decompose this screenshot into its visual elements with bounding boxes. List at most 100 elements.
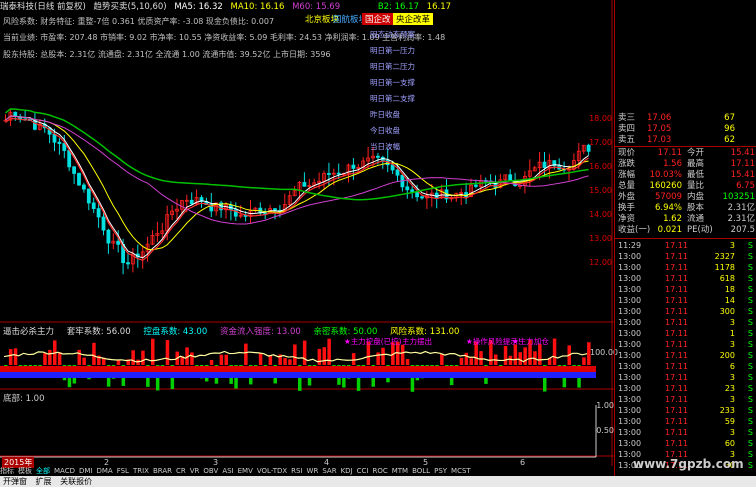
histogram-bar bbox=[209, 359, 214, 365]
tick-volume: 200 bbox=[719, 351, 735, 360]
tick-side: S bbox=[747, 417, 753, 426]
candle-body bbox=[77, 173, 81, 186]
histogram-bar bbox=[224, 354, 228, 365]
b2-value: B2: 16.17 bbox=[377, 2, 419, 12]
indicator-tab[interactable]: DMA bbox=[96, 467, 112, 475]
tick-time: 13:00 bbox=[618, 362, 642, 371]
quote-label: 外盘 bbox=[618, 192, 636, 202]
indicator-tab[interactable]: BRAR bbox=[153, 467, 172, 475]
candle-body bbox=[351, 164, 356, 169]
status-bar: 开弹窗 扩展 关联报价 bbox=[0, 476, 756, 487]
tick-time: 13:00 bbox=[618, 274, 642, 283]
sub1-title[interactable]: 逼击必杀主力 bbox=[3, 327, 54, 337]
quote-value: 2.31亿 bbox=[727, 203, 755, 213]
indicator-tab[interactable]: SAR bbox=[322, 467, 336, 475]
indicator-tab[interactable]: FSL bbox=[117, 467, 129, 475]
ma10-line bbox=[5, 115, 589, 251]
indicator-tab[interactable]: RSI bbox=[291, 467, 302, 475]
indicator-tab[interactable]: TRIX bbox=[133, 467, 149, 475]
tick-side: S bbox=[747, 384, 753, 393]
quote-label: 总量 bbox=[618, 181, 636, 191]
quote-row: 现价 17.11 今开 15.41 bbox=[615, 148, 756, 159]
tick-volume: 60 bbox=[724, 439, 735, 448]
kline-chart-area[interactable]: 瑞泰科技(日线 前复权) 趋势买卖(5,10,60) MA5: 16.32 MA… bbox=[0, 0, 618, 475]
quote-label: 涨跌 bbox=[618, 159, 636, 169]
forecast-menu-item[interactable]: 明日第二压力 bbox=[366, 59, 444, 75]
histogram-bar bbox=[8, 349, 13, 365]
quote-label: 现价 bbox=[618, 148, 636, 158]
indicator-tab[interactable]: WR bbox=[307, 467, 319, 475]
kline-canvas[interactable] bbox=[0, 0, 614, 466]
indicator-tab[interactable]: 全部 bbox=[36, 467, 50, 475]
candle-body bbox=[189, 199, 194, 205]
tick-volume: 300 bbox=[719, 307, 735, 316]
tag-central[interactable]: 央企改革 bbox=[393, 13, 434, 25]
tag-reform[interactable]: 国企改 bbox=[362, 13, 394, 25]
indicator-tab[interactable]: MCST bbox=[451, 467, 471, 475]
tick-row: 13:00 17.11 3 S bbox=[615, 372, 756, 383]
indicator-tab[interactable]: CR bbox=[176, 467, 186, 475]
quote-label: 涨幅 bbox=[618, 170, 636, 180]
indicator-tab[interactable]: OBV bbox=[203, 467, 218, 475]
expand-button[interactable]: 扩展 bbox=[36, 477, 52, 486]
quote-label: 换手 bbox=[618, 203, 636, 213]
indicator-tab[interactable]: ASI bbox=[222, 467, 233, 475]
indicator-tab[interactable]: MACD bbox=[54, 467, 75, 475]
tick-volume: 618 bbox=[719, 274, 735, 283]
tick-price: 17.11 bbox=[665, 274, 688, 283]
indicator-tab[interactable]: 模板 bbox=[18, 467, 32, 475]
indicator-tab[interactable]: MTM bbox=[392, 467, 408, 475]
quote-label: 流通 bbox=[687, 214, 705, 224]
quote-value: 17.11 bbox=[657, 148, 682, 158]
histogram-bar bbox=[77, 349, 81, 365]
linked-quote-button[interactable]: 关联报价 bbox=[60, 477, 92, 486]
tick-volume: 3 bbox=[729, 373, 735, 382]
forecast-menu-item[interactable]: 明日第一压力 bbox=[366, 43, 444, 59]
forecast-menu-item[interactable]: 固态动态预案 bbox=[366, 27, 444, 43]
quote-label: 量比 bbox=[687, 181, 705, 191]
indicator-tab[interactable]: DMI bbox=[79, 467, 93, 475]
tick-row: 13:00 17.11 1 S bbox=[615, 328, 756, 339]
indicator-tab[interactable]: EMV bbox=[238, 467, 253, 475]
histogram-bar bbox=[131, 350, 135, 365]
tick-time: 13:00 bbox=[618, 285, 642, 294]
forecast-menu-item[interactable]: 今日收盘 bbox=[366, 123, 444, 139]
forecast-menu-item[interactable]: 明日第二支撑 bbox=[366, 91, 444, 107]
sub2-title[interactable]: 底部: 1.00 bbox=[3, 392, 45, 404]
histogram-bar bbox=[381, 347, 385, 365]
popup-button[interactable]: 开弹窗 bbox=[3, 477, 27, 486]
tick-time: 13:00 bbox=[618, 384, 642, 393]
candle-body bbox=[126, 262, 130, 265]
candle-body bbox=[273, 208, 277, 211]
indicator-tab[interactable]: ROC bbox=[372, 467, 387, 475]
histogram-bar bbox=[258, 353, 263, 365]
tick-volume: 14 bbox=[724, 296, 735, 305]
histogram-bar bbox=[317, 348, 322, 365]
ma5-value: MA5: 16.32 bbox=[174, 2, 223, 12]
quote-label: 股本 bbox=[687, 203, 705, 213]
histogram-bar bbox=[165, 340, 170, 365]
histogram-bar bbox=[513, 344, 518, 365]
indicator-tab[interactable]: KDJ bbox=[341, 467, 353, 475]
histogram-bar bbox=[13, 348, 18, 365]
histogram-bar bbox=[538, 344, 542, 365]
forecast-menu-item[interactable]: 明日第一支撑 bbox=[366, 75, 444, 91]
quote-row: 收益(一) 0.021 PE(动) 207.5 bbox=[615, 225, 756, 236]
tick-time: 13:00 bbox=[618, 351, 642, 360]
indicator-tab[interactable]: CCI bbox=[357, 467, 369, 475]
indicator-name[interactable]: 趋势买卖(5,10,60) bbox=[94, 2, 167, 12]
tick-volume: 3 bbox=[729, 340, 735, 349]
indicator-tab[interactable]: 指标 bbox=[0, 467, 14, 475]
forecast-menu-item[interactable]: 昨日收盘 bbox=[366, 107, 444, 123]
indicator-tab[interactable]: VOL-TDX bbox=[257, 467, 287, 475]
quote-row: 涨跌 1.56 最高 17.11 bbox=[615, 159, 756, 170]
stock-title[interactable]: 瑞泰科技(日线 前复权) bbox=[0, 2, 86, 12]
indicator-tab[interactable]: VR bbox=[190, 467, 200, 475]
candle-body bbox=[395, 169, 400, 176]
sub2-axis-2: 0.50 bbox=[596, 426, 614, 435]
indicator-tab[interactable]: BOLL bbox=[412, 467, 430, 475]
tick-side: S bbox=[747, 274, 753, 283]
tick-side: S bbox=[747, 351, 753, 360]
forecast-menu-item[interactable]: 当日波幅 bbox=[366, 139, 444, 155]
indicator-tab[interactable]: PSY bbox=[434, 467, 447, 475]
